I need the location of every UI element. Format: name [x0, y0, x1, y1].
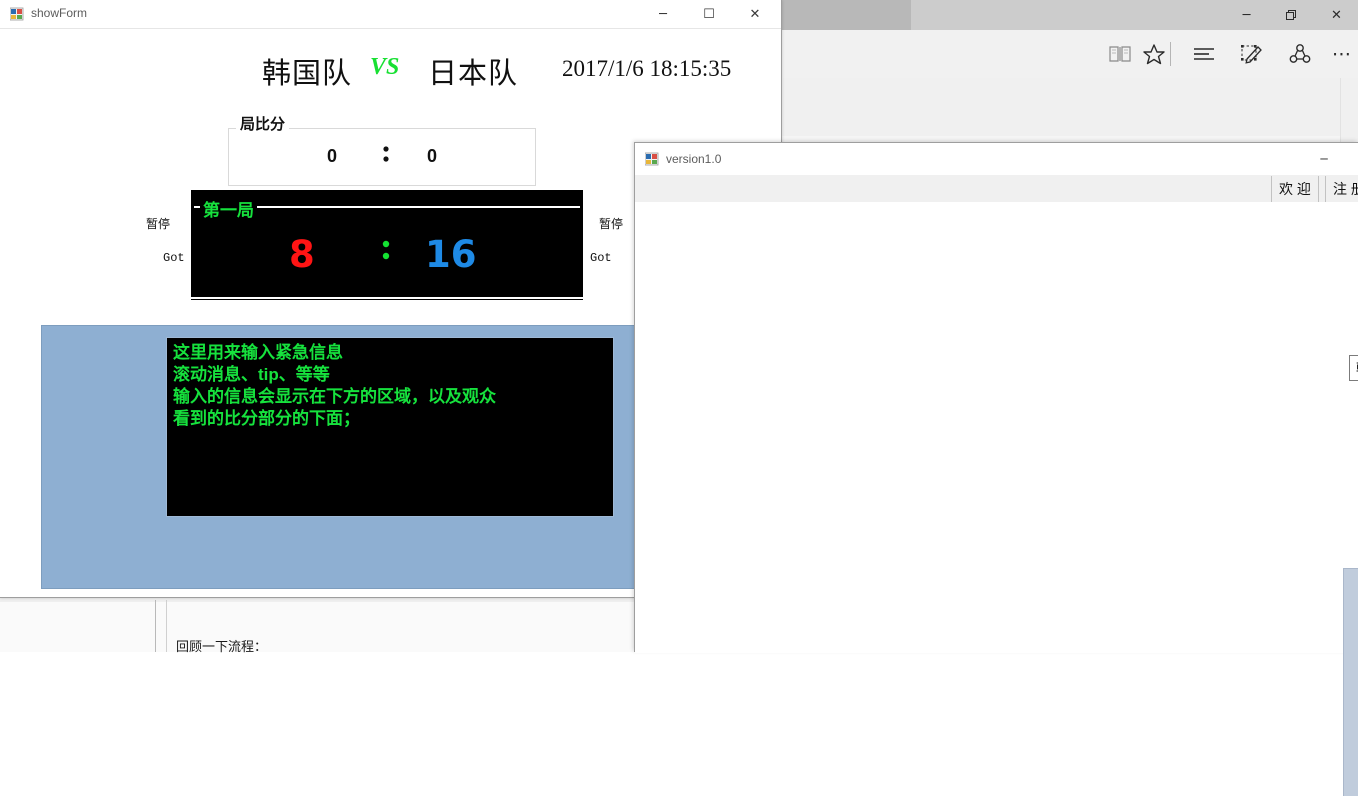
edge-minimize-button[interactable]: ─ — [1224, 0, 1269, 30]
hub-icon[interactable] — [1183, 30, 1225, 78]
scoreboard-colon — [381, 238, 391, 273]
more-icon[interactable]: ⋯ — [1321, 30, 1358, 78]
edge-tabstrip[interactable] — [781, 0, 911, 30]
pause-label-right: 暂停 — [599, 217, 624, 231]
set-score-a: 0 — [327, 146, 338, 166]
version-minimize-button[interactable]: ─ — [1301, 143, 1347, 175]
team-a-name: 韩国队 — [262, 56, 353, 90]
edge-page-strip — [781, 78, 1341, 137]
set-score-b: 0 — [427, 146, 438, 166]
toolbar-separator — [1170, 42, 1171, 66]
version-title: version1.0 — [666, 152, 722, 166]
share-icon[interactable] — [1279, 30, 1321, 78]
background-text: 回顾一下流程： — [176, 639, 268, 654]
got-label-left: Got — [163, 251, 185, 265]
team-a-select[interactable]: 韩国队 — [1349, 355, 1358, 381]
vs-label: VS — [370, 54, 400, 80]
got-label-right: Got — [590, 251, 612, 265]
scoreboard-score-a: 8 — [289, 233, 315, 276]
edge-restore-button[interactable] — [1269, 0, 1314, 30]
colon-icon — [382, 240, 390, 260]
web-note-icon[interactable] — [1231, 30, 1273, 78]
colon-icon — [383, 146, 389, 162]
show-form-titlebar[interactable]: showForm ─ ☐ ✕ — [0, 0, 781, 29]
version-blue-panel — [1343, 568, 1358, 796]
message-text: 这里用来输入紧急信息 滚动消息、tip、等等 输入的信息会显示在下方的区域，以及… — [173, 343, 496, 428]
tab-welcome[interactable]: 欢 迎 — [1271, 176, 1319, 202]
restore-icon — [1286, 9, 1296, 20]
show-form-minimize-button[interactable]: ─ — [640, 0, 686, 28]
scoreboard-score-b: 16 — [425, 233, 477, 276]
version-tabstrip — [635, 175, 1358, 203]
background-divider-left — [155, 600, 156, 652]
version-body — [635, 202, 1358, 653]
edge-titlebar[interactable]: ─ ✕ — [781, 0, 1358, 30]
scoreboard-legend: 第一局 — [200, 196, 257, 221]
pause-label-left: 暂停 — [146, 217, 171, 231]
match-clock: 2017/1/6 18:15:35 — [562, 56, 732, 81]
version-titlebar[interactable]: version1.0 ─ ☐ — [635, 143, 1358, 176]
edge-close-button[interactable]: ✕ — [1314, 0, 1358, 30]
show-form-maximize-button[interactable]: ☐ — [686, 0, 732, 28]
show-form-close-button[interactable]: ✕ — [732, 0, 778, 28]
scoreboard-bottom-rule — [191, 297, 583, 299]
version-maximize-button[interactable]: ☐ — [1347, 143, 1358, 175]
app-icon — [10, 7, 24, 21]
app-icon — [645, 152, 659, 166]
team-b-name: 日本队 — [428, 56, 519, 90]
set-score-colon — [382, 144, 390, 172]
tab-register[interactable]: 注 册 — [1325, 176, 1358, 202]
background-divider-right — [166, 600, 167, 652]
message-display-box: 这里用来输入紧急信息 滚动消息、tip、等等 输入的信息会显示在下方的区域，以及… — [166, 337, 614, 517]
set-score-legend: 局比分 — [236, 113, 290, 134]
version-window: version1.0 ─ ☐ 欢 迎 注 册 登 录 添 加 查 询 开始计分 … — [634, 142, 1358, 796]
favorites-star-icon[interactable] — [1133, 30, 1175, 78]
message-blue-panel: 这里用来输入紧急信息 滚动消息、tip、等等 输入的信息会显示在下方的区域，以及… — [41, 325, 635, 589]
show-form-title: showForm — [31, 6, 88, 20]
